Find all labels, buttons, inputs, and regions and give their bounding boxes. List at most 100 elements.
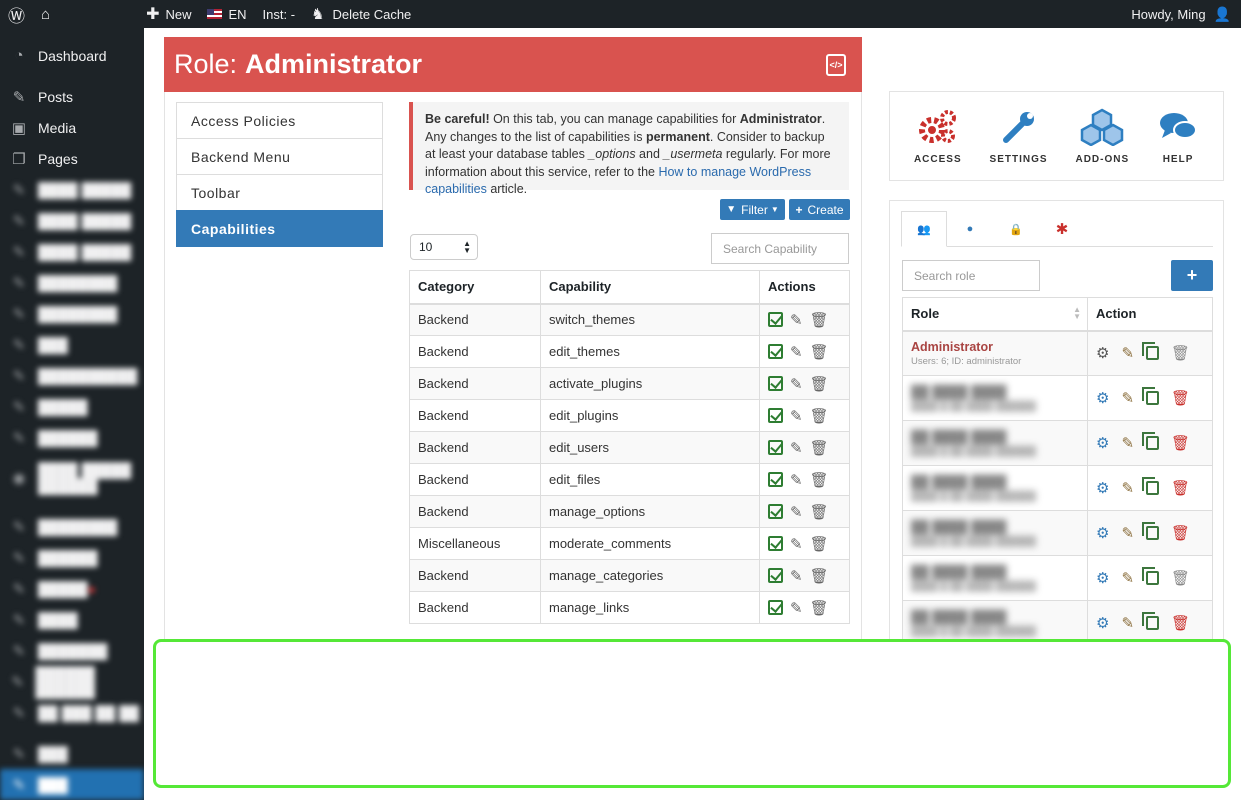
home-icon[interactable]: ⌂ (33, 0, 58, 28)
gear-icon[interactable]: ⚙ (1096, 569, 1109, 587)
role-row[interactable]: Administrator Users: 6; ID: administrator… (902, 330, 1213, 376)
trash-icon[interactable]: 🗑 (810, 503, 829, 521)
pencil-icon[interactable]: ✎ (1121, 479, 1134, 497)
export-role-button[interactable]: </> (826, 54, 846, 76)
sidebar-item-blurred[interactable]: ✎ ████ █████ (0, 174, 144, 205)
sidebar-item-blurred[interactable]: ✎ ████████ (0, 511, 144, 542)
checkbox-checked-icon[interactable] (768, 344, 783, 359)
delete-cache-button[interactable]: ♞ Delete Cache (303, 0, 419, 28)
clone-icon[interactable] (1142, 612, 1160, 630)
sidebar-item-blurred[interactable]: ✎ ████ (0, 604, 144, 635)
sidebar-item-media[interactable]: ▣ Media (0, 112, 144, 143)
trash-icon[interactable]: 🗑 (1171, 524, 1190, 542)
trash-icon[interactable]: 🗑 (810, 471, 829, 489)
trash-icon[interactable]: 🗑 (1171, 614, 1190, 632)
checkbox-checked-icon[interactable] (768, 312, 783, 328)
checkbox-checked-icon[interactable] (768, 536, 783, 551)
gear-icon[interactable]: ⚙ (1096, 389, 1109, 407)
sidebar-item-blurred[interactable]: ✎ █████ ● (0, 573, 144, 604)
sidebar-item-blurred[interactable]: ✎ ██████ (0, 542, 144, 573)
tab-visitors[interactable]: 🔒 (993, 211, 1039, 247)
trash-icon[interactable]: 🗑 (810, 439, 829, 457)
addons-feature-button[interactable]: ADD-ONS (1075, 108, 1129, 165)
clone-icon[interactable] (1142, 567, 1160, 585)
tab-access-policies[interactable]: Access Policies (176, 102, 383, 139)
clone-icon[interactable] (1142, 342, 1160, 361)
gear-icon[interactable]: ⚙ (1096, 479, 1109, 497)
tab-capabilities[interactable]: Capabilities (176, 210, 383, 247)
pencil-icon[interactable]: ✎ (790, 311, 803, 329)
checkbox-checked-icon[interactable] (768, 440, 783, 455)
checkbox-checked-icon[interactable] (768, 472, 783, 487)
sidebar-item-blurred[interactable]: ✎ ████ █████ (0, 236, 144, 267)
trash-icon[interactable]: 🗑 (810, 311, 829, 329)
role-search-input[interactable]: Search role (902, 260, 1040, 291)
pencil-icon[interactable]: ✎ (1121, 524, 1134, 542)
access-feature-button[interactable]: ACCESS (914, 108, 962, 165)
sidebar-item-blurred[interactable]: ◉ ████ █████ ██████ (0, 453, 144, 503)
checkbox-checked-icon[interactable] (768, 376, 783, 391)
capability-search-input[interactable]: Search Capability (711, 233, 849, 264)
sidebar-item-blurred[interactable]: ✎ ███ (0, 738, 144, 769)
settings-feature-button[interactable]: SETTINGS (990, 108, 1048, 165)
checkbox-checked-icon[interactable] (768, 504, 783, 519)
sidebar-item-posts[interactable]: ✎ Posts (0, 81, 144, 112)
tab-default[interactable]: ✱ (1039, 211, 1085, 247)
column-header-category[interactable]: Category (409, 270, 541, 305)
clone-icon[interactable] (1142, 477, 1160, 495)
trash-icon[interactable]: 🗑 (1171, 479, 1190, 497)
sidebar-item-blurred[interactable]: ✎ ████████ (0, 298, 144, 329)
pencil-icon[interactable]: ✎ (790, 439, 803, 457)
help-feature-button[interactable]: HELP (1157, 108, 1199, 165)
column-header-capability[interactable]: Capability (540, 270, 760, 305)
pencil-icon[interactable]: ✎ (790, 471, 803, 489)
trash-icon[interactable]: 🗑 (1171, 434, 1190, 452)
trash-icon[interactable]: 🗑 (810, 567, 829, 585)
sidebar-item-dashboard[interactable]: ◔ Dashboard (0, 40, 144, 71)
gear-icon[interactable]: ⚙ (1096, 524, 1109, 542)
page-size-select[interactable]: 10 ▲ ▼ (410, 234, 478, 260)
trash-icon[interactable]: 🗑 (810, 535, 829, 553)
role-name[interactable]: Administrator (911, 340, 1087, 354)
gear-icon[interactable]: ⚙ (1096, 434, 1109, 452)
sidebar-item-blurred[interactable]: ✎ ██████ (0, 422, 144, 453)
role-row[interactable]: ██ ████ ████ ████ █ ██ ████ ██████ ⚙ ✎ 🗑 (902, 375, 1213, 421)
tab-backend-menu[interactable]: Backend Menu (176, 138, 383, 175)
trash-icon[interactable]: 🗑 (810, 343, 829, 361)
role-row[interactable]: ██ ████ ████ ████ █ ██ ████ ██████ ⚙ ✎ 🗑 (902, 510, 1213, 556)
trash-icon[interactable]: 🗑 (810, 599, 829, 617)
sidebar-item-blurred[interactable]: ✎ ████████ (0, 267, 144, 298)
tab-toolbar[interactable]: Toolbar (176, 174, 383, 211)
pencil-icon[interactable]: ✎ (790, 503, 803, 521)
gear-icon[interactable]: ⚙ (1096, 344, 1109, 362)
clone-icon[interactable] (1142, 522, 1160, 540)
sidebar-item-blurred[interactable]: ✎ ██ ███ ██ ██ (0, 697, 144, 728)
gear-icon[interactable]: ⚙ (1096, 614, 1109, 632)
role-row[interactable]: ██ ████ ████ ████ █ ██ ████ ██████ ⚙ ✎ 🗑 (902, 555, 1213, 601)
pencil-icon[interactable]: ✎ (790, 599, 803, 617)
pencil-icon[interactable]: ✎ (1121, 614, 1134, 632)
checkbox-checked-icon[interactable] (768, 600, 783, 615)
sidebar-item-blurred[interactable]: ✎ ███████ (0, 635, 144, 666)
new-content-button[interactable]: ✚ New (138, 0, 199, 28)
pencil-icon[interactable]: ✎ (790, 407, 803, 425)
checkbox-checked-icon[interactable] (768, 408, 783, 423)
filter-button[interactable]: ▼ Filter ▼ (720, 199, 785, 220)
pencil-icon[interactable]: ✎ (1121, 389, 1134, 407)
column-header-role[interactable]: Role ▲ ▼ (902, 297, 1088, 332)
pencil-icon[interactable]: ✎ (790, 375, 803, 393)
clone-icon[interactable] (1142, 432, 1160, 450)
pencil-icon[interactable]: ✎ (1121, 344, 1134, 362)
trash-icon[interactable]: 🗑 (1171, 389, 1190, 407)
trash-icon[interactable]: 🗑 (810, 407, 829, 425)
checkbox-checked-icon[interactable] (768, 568, 783, 583)
sidebar-item-blurred[interactable]: ✎ ██████ ██████ (0, 666, 144, 698)
clone-icon[interactable] (1142, 387, 1160, 405)
trash-icon[interactable]: 🗑 (1171, 569, 1190, 587)
pencil-icon[interactable]: ✎ (1121, 569, 1134, 587)
tab-users[interactable]: ● (947, 211, 993, 247)
pencil-icon[interactable]: ✎ (790, 343, 803, 361)
sidebar-item-blurred[interactable]: ✎ ██████████ (0, 360, 144, 391)
pencil-icon[interactable]: ✎ (790, 535, 803, 553)
trash-icon[interactable]: 🗑 (810, 375, 829, 393)
